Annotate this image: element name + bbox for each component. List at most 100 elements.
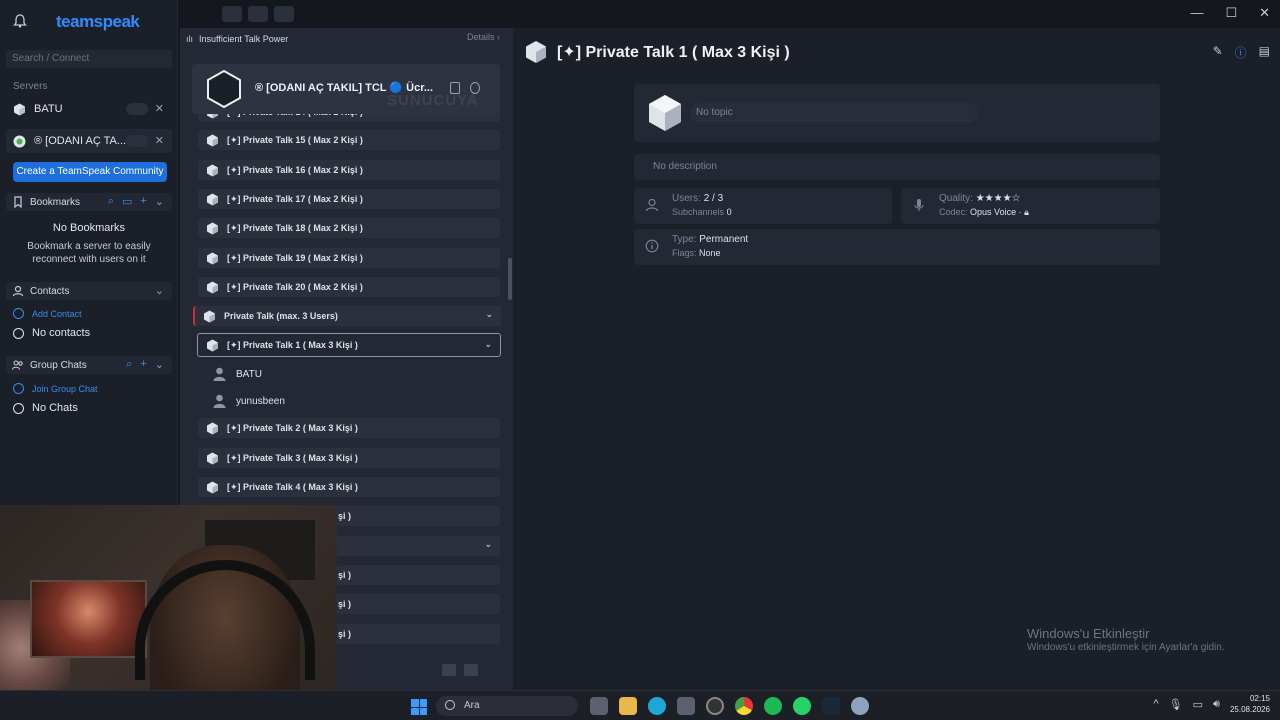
channel-item[interactable]: [✦] Private Talk 18 ( Max 2 Kişi ) — [198, 218, 500, 238]
chevron-down-icon[interactable]: ⌄ — [155, 358, 164, 371]
add-icon[interactable]: + — [140, 195, 146, 208]
chat-icon[interactable] — [470, 82, 480, 94]
chrome-icon[interactable] — [735, 697, 753, 715]
microphone-icon[interactable]: 🎙︎ — [1169, 698, 1183, 711]
speaker-icon[interactable] — [274, 6, 294, 22]
webcam-overlay — [0, 505, 337, 720]
steam-icon[interactable] — [822, 697, 840, 715]
server-hexagon-icon — [207, 70, 241, 108]
windows-start-icon[interactable] — [411, 699, 427, 715]
chevron-down-icon[interactable]: ⌄ — [484, 339, 492, 350]
type-label: Type: — [672, 234, 697, 245]
whatsapp-icon[interactable] — [793, 697, 811, 715]
layout-icon[interactable] — [442, 664, 456, 676]
folder-icon[interactable]: ▤ — [1259, 44, 1270, 61]
channel-item[interactable]: [✦] Private Talk 15 ( Max 2 Kişi ) — [198, 130, 500, 150]
users-card: Users: 2 / 3 Subchannels 0 — [634, 188, 892, 224]
bell-icon[interactable] — [13, 14, 27, 28]
chevron-down-icon[interactable]: ⌄ — [485, 309, 493, 320]
join-group-chat-link[interactable]: Join Group Chat — [13, 383, 98, 394]
clock[interactable]: 02:15 25.08.2026 — [1230, 693, 1270, 715]
file-explorer-icon[interactable] — [619, 697, 637, 715]
chevron-down-icon[interactable]: ⌄ — [484, 539, 492, 550]
channel-item[interactable]: [✦] Private Talk 20 ( Max 2 Kişi ) — [198, 277, 500, 297]
create-community-button[interactable]: Create a TeamSpeak Community — [13, 162, 167, 182]
edit-icon[interactable]: ✎ — [1213, 44, 1223, 61]
teamspeak-taskbar-icon[interactable] — [851, 697, 869, 715]
away-icon[interactable] — [222, 6, 242, 22]
windows-activation-text: Windows'u etkinleştirmek için Ayarlar'a … — [1027, 642, 1225, 653]
codec-label: Codec: — [939, 207, 968, 217]
mute-status-icon — [126, 135, 148, 147]
info-icon[interactable]: ⓘ — [1235, 44, 1247, 61]
channel-item[interactable]: [✦] Private Talk 2 ( Max 3 Kişi ) — [198, 418, 500, 438]
close-icon[interactable]: ✕ — [155, 134, 164, 147]
type-card: Type: Permanent Flags: None — [634, 229, 1160, 265]
join-group-chat-label: Join Group Chat — [32, 383, 98, 394]
quality-card: Quality: ★★★★☆ Codec: Opus Voice · 🔒︎ — [901, 188, 1160, 224]
close-icon[interactable]: ✕ — [155, 102, 164, 115]
subchannels-line: Subchannels 0 — [672, 207, 732, 217]
store-icon[interactable] — [677, 697, 695, 715]
server-tab-odani[interactable]: ® [ODANI AÇ TA... ✕ — [6, 129, 172, 153]
server-globe-icon — [13, 135, 26, 147]
channel-item[interactable]: [✦] Private Talk 3 ( Max 3 Kişi ) — [198, 448, 500, 468]
users-line: Users: 2 / 3 — [672, 193, 723, 204]
add-contact-link[interactable]: Add Contact — [13, 308, 82, 319]
user-avatar-icon — [213, 394, 226, 408]
channel-item[interactable]: [✦] Private Talk 17 ( Max 2 Kişi ) — [198, 189, 500, 209]
chevron-up-icon[interactable]: ^ — [1153, 698, 1158, 710]
server-tab-batu[interactable]: BATU ✕ — [6, 97, 172, 121]
taskbar-search[interactable]: Ara — [436, 696, 578, 716]
channel-item[interactable]: [✦] Private Talk 19 ( Max 2 Kişi ) — [198, 248, 500, 268]
channel-item[interactable]: [✦] Private Talk 4 ( Max 3 Kişi ) — [198, 477, 500, 497]
chevron-down-icon[interactable]: ⌄ — [155, 284, 164, 297]
maximize-icon[interactable]: ☐ — [1225, 5, 1237, 21]
flags-value: None — [699, 248, 721, 258]
flags-label: Flags: — [672, 248, 697, 258]
taskbar-apps — [590, 697, 869, 715]
server-card[interactable]: SUNUCUYA ® [ODANI AÇ TAKIL] TCL 🔵 Ücr... — [192, 64, 500, 114]
topic-field[interactable]: No topic — [690, 103, 978, 123]
details-toggle[interactable]: Details ‹ — [467, 32, 500, 42]
volume-icon[interactable]: 🔊︎ — [1213, 698, 1220, 711]
user-item[interactable]: BATU — [213, 366, 262, 382]
user-item[interactable]: yunusbeen — [213, 393, 285, 409]
time: 02:15 — [1249, 694, 1270, 703]
server-name: ® [ODANI AÇ TA... — [34, 135, 127, 147]
minimize-icon[interactable]: — — [1190, 5, 1203, 21]
search-connect-input[interactable]: Search / Connect — [6, 50, 172, 68]
quality-label: Quality: — [939, 193, 973, 204]
spotify-icon[interactable] — [764, 697, 782, 715]
channel-name: şi ) — [338, 599, 352, 609]
type-value: Permanent — [699, 234, 749, 245]
channel-item-active[interactable]: [✦] Private Talk 1 ( Max 3 Kişi ) ⌄ — [197, 333, 501, 357]
channel-group-private-talk[interactable]: Private Talk (max. 3 Users) ⌄ — [193, 306, 501, 326]
contacts-header[interactable]: Contacts ⌄ — [6, 282, 172, 300]
add-icon[interactable]: + — [140, 358, 146, 371]
microphone-icon[interactable] — [248, 6, 268, 22]
close-icon[interactable]: ✕ — [1259, 5, 1270, 21]
channel-cube-icon — [207, 252, 218, 264]
task-view-icon[interactable] — [590, 697, 608, 715]
search-icon[interactable]: ⌕ — [126, 358, 132, 371]
bookmark-icon — [14, 196, 22, 208]
settings-icon[interactable] — [464, 664, 478, 676]
bookmarks-header[interactable]: Bookmarks ⌕ ▭ + ⌄ — [6, 193, 172, 211]
system-tray: ^ 🎙︎ ▭ 🔊︎ 02:15 25.08.2026 — [1153, 693, 1270, 715]
display-icon[interactable]: ▭ — [1193, 698, 1203, 711]
group-chats-header[interactable]: Group Chats ⌕ + ⌄ — [6, 356, 172, 374]
settings-gear-icon[interactable] — [706, 697, 724, 715]
plus-circle-icon — [13, 308, 24, 319]
channel-name: [✦] Private Talk 16 ( Max 2 Kişi ) — [227, 164, 363, 175]
blocked-icon — [13, 327, 24, 339]
search-icon[interactable]: ⌕ — [108, 195, 114, 208]
channel-item[interactable]: [✦] Private Talk 16 ( Max 2 Kişi ) — [198, 160, 500, 180]
bookmark-icon[interactable] — [450, 82, 460, 94]
channel-cube-icon — [207, 134, 218, 146]
folder-icon[interactable]: ▭ — [122, 195, 132, 208]
tree-scrollbar[interactable] — [508, 258, 512, 300]
edge-icon[interactable] — [648, 697, 666, 715]
chevron-down-icon[interactable]: ⌄ — [155, 195, 164, 208]
channel-cube-icon — [649, 95, 681, 131]
